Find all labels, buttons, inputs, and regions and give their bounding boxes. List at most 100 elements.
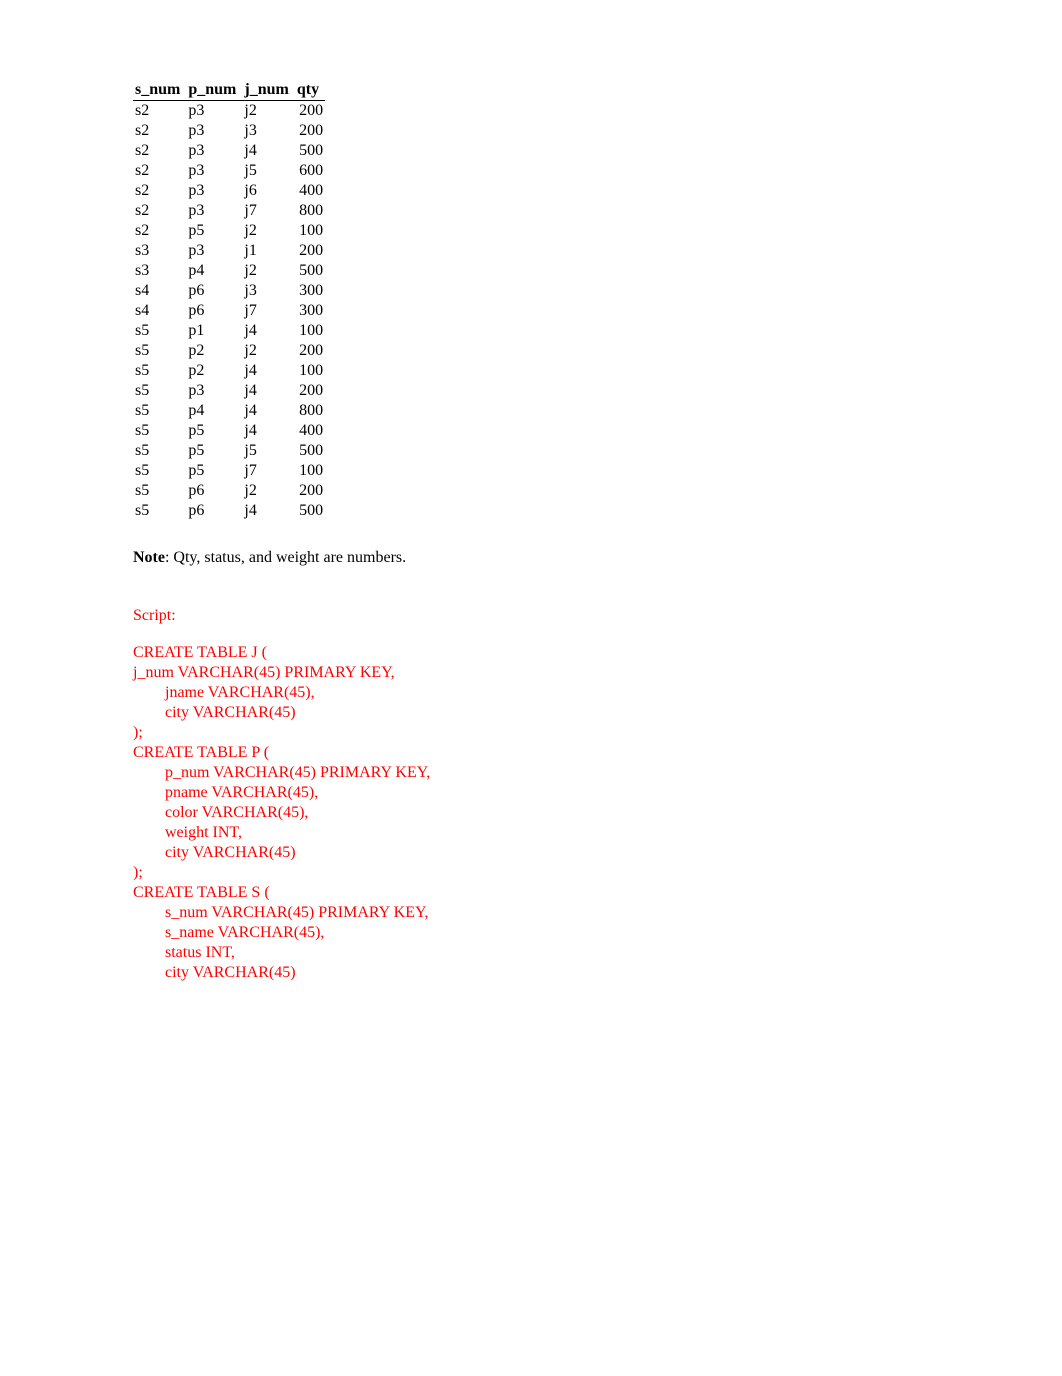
cell-s_num: s5	[133, 461, 186, 481]
cell-j_num: j4	[242, 421, 294, 441]
cell-qty: 300	[295, 281, 325, 301]
cell-j_num: j2	[242, 221, 294, 241]
cell-p_num: p5	[186, 461, 242, 481]
cell-j_num: j4	[242, 401, 294, 421]
cell-s_num: s4	[133, 281, 186, 301]
cell-p_num: p5	[186, 221, 242, 241]
cell-s_num: s2	[133, 101, 186, 122]
table-row: s5p4j4800	[133, 401, 325, 421]
cell-qty: 200	[295, 101, 325, 122]
cell-p_num: p2	[186, 361, 242, 381]
col-p_num: p_num	[186, 80, 242, 101]
cell-qty: 800	[295, 201, 325, 221]
sql-script-block: CREATE TABLE J ( j_num VARCHAR(45) PRIMA…	[133, 643, 1062, 983]
cell-s_num: s5	[133, 321, 186, 341]
cell-p_num: p3	[186, 161, 242, 181]
cell-p_num: p4	[186, 261, 242, 281]
table-row: s2p5j2100	[133, 221, 325, 241]
cell-qty: 200	[295, 381, 325, 401]
table-row: s5p5j4400	[133, 421, 325, 441]
cell-qty: 400	[295, 181, 325, 201]
cell-p_num: p3	[186, 241, 242, 261]
cell-p_num: p4	[186, 401, 242, 421]
cell-p_num: p3	[186, 141, 242, 161]
table-row: s5p5j5500	[133, 441, 325, 461]
note-label: Note	[133, 549, 165, 566]
cell-qty: 300	[295, 301, 325, 321]
cell-j_num: j7	[242, 461, 294, 481]
cell-j_num: j7	[242, 201, 294, 221]
cell-qty: 200	[295, 481, 325, 501]
table-row: s2p3j3200	[133, 121, 325, 141]
cell-p_num: p3	[186, 201, 242, 221]
table-row: s2p3j5600	[133, 161, 325, 181]
cell-qty: 200	[295, 121, 325, 141]
cell-j_num: j2	[242, 481, 294, 501]
cell-j_num: j5	[242, 161, 294, 181]
cell-j_num: j4	[242, 361, 294, 381]
document-page: s_num p_num j_num qty s2p3j2200s2p3j3200…	[0, 0, 1062, 1376]
cell-j_num: j2	[242, 101, 294, 122]
col-qty: qty	[295, 80, 325, 101]
cell-s_num: s5	[133, 381, 186, 401]
col-j_num: j_num	[242, 80, 294, 101]
cell-s_num: s2	[133, 221, 186, 241]
cell-s_num: s5	[133, 501, 186, 521]
table-row: s2p3j7800	[133, 201, 325, 221]
table-row: s3p3j1200	[133, 241, 325, 261]
cell-p_num: p2	[186, 341, 242, 361]
cell-qty: 400	[295, 421, 325, 441]
cell-s_num: s3	[133, 261, 186, 281]
cell-j_num: j2	[242, 341, 294, 361]
cell-j_num: j4	[242, 381, 294, 401]
table-row: s4p6j7300	[133, 301, 325, 321]
cell-qty: 800	[295, 401, 325, 421]
table-row: s2p3j4500	[133, 141, 325, 161]
cell-p_num: p5	[186, 421, 242, 441]
cell-p_num: p1	[186, 321, 242, 341]
cell-qty: 100	[295, 321, 325, 341]
cell-qty: 200	[295, 241, 325, 261]
cell-s_num: s4	[133, 301, 186, 321]
data-table: s_num p_num j_num qty s2p3j2200s2p3j3200…	[133, 80, 325, 521]
table-row: s5p2j2200	[133, 341, 325, 361]
cell-s_num: s5	[133, 481, 186, 501]
cell-p_num: p3	[186, 101, 242, 122]
table-row: s3p4j2500	[133, 261, 325, 281]
table-row: s4p6j3300	[133, 281, 325, 301]
cell-qty: 100	[295, 361, 325, 381]
cell-qty: 200	[295, 341, 325, 361]
cell-j_num: j3	[242, 281, 294, 301]
cell-p_num: p3	[186, 181, 242, 201]
cell-s_num: s2	[133, 121, 186, 141]
cell-s_num: s2	[133, 141, 186, 161]
cell-j_num: j6	[242, 181, 294, 201]
table-row: s5p6j2200	[133, 481, 325, 501]
table-row: s2p3j2200	[133, 101, 325, 122]
cell-p_num: p6	[186, 301, 242, 321]
cell-s_num: s5	[133, 401, 186, 421]
cell-s_num: s2	[133, 201, 186, 221]
cell-j_num: j2	[242, 261, 294, 281]
cell-j_num: j1	[242, 241, 294, 261]
cell-qty: 100	[295, 461, 325, 481]
cell-j_num: j4	[242, 501, 294, 521]
cell-qty: 100	[295, 221, 325, 241]
cell-p_num: p6	[186, 501, 242, 521]
note-text: : Qty, status, and weight are numbers.	[165, 549, 406, 566]
script-label: Script:	[133, 607, 1062, 625]
cell-p_num: p6	[186, 481, 242, 501]
col-s_num: s_num	[133, 80, 186, 101]
cell-qty: 500	[295, 501, 325, 521]
cell-s_num: s3	[133, 241, 186, 261]
cell-p_num: p3	[186, 121, 242, 141]
cell-j_num: j4	[242, 141, 294, 161]
cell-s_num: s2	[133, 161, 186, 181]
table-row: s5p3j4200	[133, 381, 325, 401]
cell-qty: 500	[295, 261, 325, 281]
table-row: s5p6j4500	[133, 501, 325, 521]
cell-j_num: j5	[242, 441, 294, 461]
cell-j_num: j7	[242, 301, 294, 321]
cell-s_num: s5	[133, 441, 186, 461]
cell-qty: 500	[295, 141, 325, 161]
